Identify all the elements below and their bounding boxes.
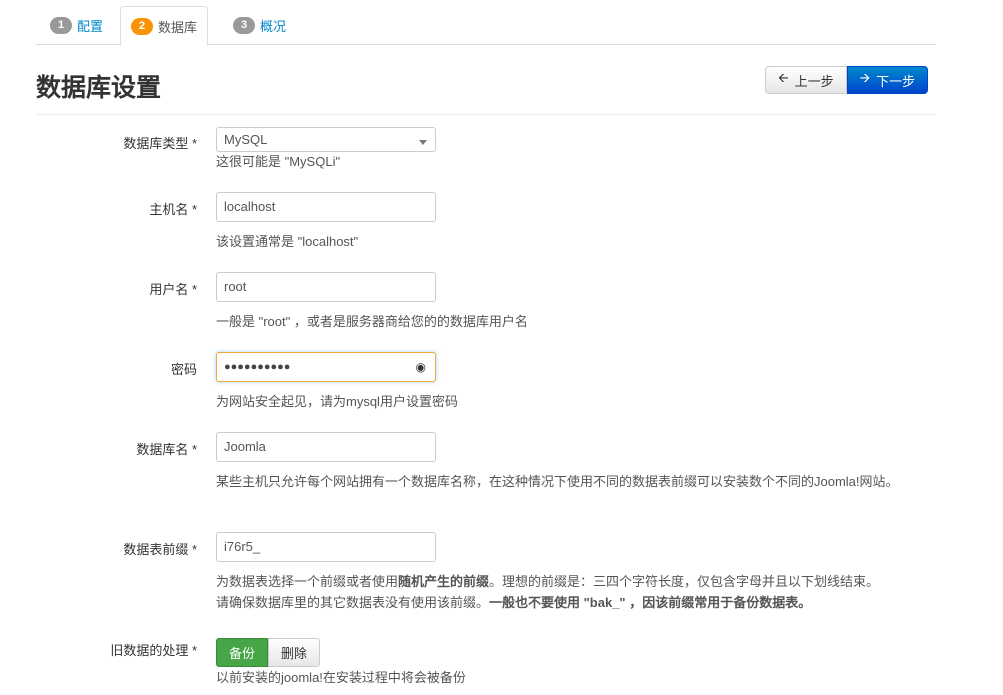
prefix-value: i76r5_ xyxy=(224,539,261,554)
db-name-value: Joomla xyxy=(224,439,266,454)
db-type-help: 这很可能是 "MySQLi" xyxy=(216,154,341,169)
db-type-label: 数据库类型 * xyxy=(123,136,197,151)
tab-database[interactable]: 2 数据库 xyxy=(120,6,209,46)
prefix-input[interactable]: i76r5_ xyxy=(216,532,436,562)
delete-button[interactable]: 删除 xyxy=(268,638,321,667)
password-label: 密码 xyxy=(170,362,197,377)
step-badge: 2 xyxy=(131,17,153,35)
tab-label: 概况 xyxy=(260,18,287,34)
arrow-right-icon: 🡪 xyxy=(859,70,871,85)
nav-buttons: 🡨 上一步 🡪 下一步 xyxy=(765,66,929,94)
user-input[interactable]: root xyxy=(216,272,436,302)
user-help: 一般是 "root" ，或者是服务器商给您的的数据库用户名 xyxy=(216,314,528,329)
prefix-help: 为数据表选择一个前缀或者使用随机产生的前缀。理想的前缀是：三四个字符长度，仅包含… xyxy=(216,571,936,613)
tab-label: 配置 xyxy=(77,18,104,34)
host-input[interactable]: localhost xyxy=(216,192,436,222)
backup-button[interactable]: 备份 xyxy=(216,638,269,667)
help-bold: 随机产生的前缀 xyxy=(398,574,490,589)
password-value: ●●●●●●●●●● xyxy=(224,361,291,373)
tab-label: 数据库 xyxy=(158,19,198,35)
db-name-input[interactable]: Joomla xyxy=(216,432,436,462)
db-name-label: 数据库名 * xyxy=(136,442,197,457)
tab-config[interactable]: 1 配置 xyxy=(40,6,113,44)
step-badge: 3 xyxy=(233,16,255,34)
old-data-label: 旧数据的处理 * xyxy=(110,643,197,658)
host-label: 主机名 * xyxy=(149,202,197,217)
prev-label: 上一步 xyxy=(794,73,834,89)
eye-icon[interactable]: ◉ xyxy=(416,353,426,381)
user-value: root xyxy=(224,279,247,294)
divider xyxy=(36,114,936,115)
page-title: 数据库设置 xyxy=(36,74,162,102)
old-data-toggle: 备份 删除 xyxy=(216,638,321,667)
step-badge: 1 xyxy=(50,16,72,34)
db-type-value: MySQL xyxy=(224,132,268,147)
prev-button[interactable]: 🡨 上一步 xyxy=(765,66,847,94)
tab-overview[interactable]: 3 概况 xyxy=(223,6,296,44)
host-help: 该设置通常是 "localhost" xyxy=(216,234,359,249)
next-label: 下一步 xyxy=(876,73,916,89)
db-type-select[interactable]: MySQL xyxy=(216,127,436,152)
prefix-label: 数据表前缀 * xyxy=(123,542,197,557)
password-help: 为网站安全起见，请为mysql用户设置密码 xyxy=(216,394,458,409)
next-button[interactable]: 🡪 下一步 xyxy=(846,66,929,94)
user-label: 用户名 * xyxy=(149,282,197,297)
password-input[interactable]: ●●●●●●●●●● ◉ xyxy=(216,352,436,382)
help-text: 请确保数据库里的其它数据表没有使用该前缀。 xyxy=(216,595,490,610)
help-bold: 一般也不要使用 "bak_" ，因该前缀常用于备份数据表。 xyxy=(489,595,812,610)
host-value: localhost xyxy=(224,199,276,214)
help-text: 为数据表选择一个前缀或者使用 xyxy=(216,574,399,589)
old-data-help: 以前安装的joomla!在安装过程中将会被备份 xyxy=(216,670,466,685)
arrow-left-icon: 🡨 xyxy=(778,70,789,85)
db-name-help: 某些主机只允许每个网站拥有一个数据库名称，在这种情况下使用不同的数据表前缀可以安… xyxy=(216,474,899,489)
help-text: 。理想的前缀是：三四个字符长度，仅包含字母并且以下划线结束。 xyxy=(489,574,880,589)
step-tabs: 1 配置 2 数据库 3 概况 xyxy=(36,6,936,46)
